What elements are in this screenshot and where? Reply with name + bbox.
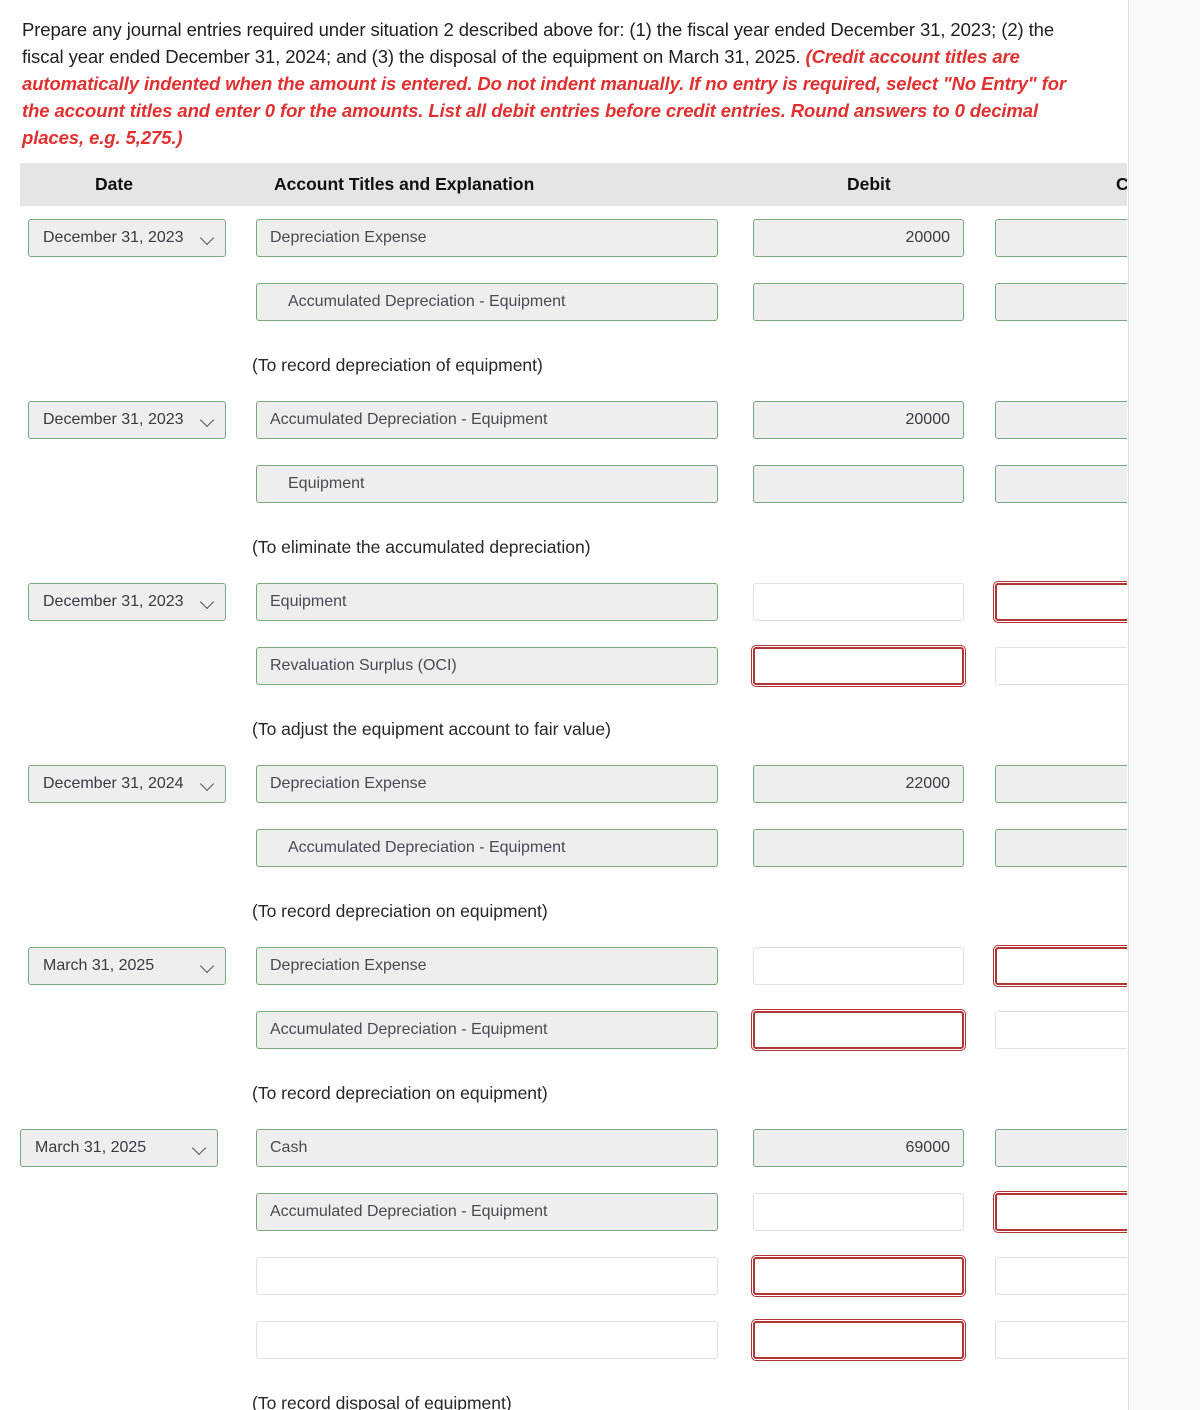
- debit-amount-input[interactable]: [753, 829, 964, 867]
- entry-memo-line: (To record depreciation on equipment): [252, 1083, 548, 1103]
- credit-amount-input[interactable]: [995, 829, 1127, 867]
- chevron-down-icon: [193, 1141, 207, 1155]
- account-title-input[interactable]: [256, 1257, 718, 1295]
- account-title-input[interactable]: Accumulated Depreciation - Equipment: [256, 829, 718, 867]
- date-select[interactable]: March 31, 2025: [28, 947, 226, 985]
- account-title-input[interactable]: Accumulated Depreciation - Equipment: [256, 1193, 718, 1231]
- credit-amount-input[interactable]: [993, 1191, 1127, 1233]
- page-root: Prepare any journal entries required und…: [0, 0, 1200, 1410]
- entry-memo-line: (To record disposal of equipment): [252, 1393, 512, 1410]
- date-select-value: March 31, 2025: [35, 1139, 147, 1156]
- debit-amount-input[interactable]: [751, 1009, 966, 1051]
- debit-amount-input[interactable]: [751, 645, 966, 687]
- journal-entry-row: December 31, 2023 Accumulated Depreciatio…: [0, 401, 1127, 447]
- account-title-input[interactable]: Equipment: [256, 465, 718, 503]
- journal-entry-row: December 31, 2023 Depreciation Expense 200…: [0, 219, 1127, 265]
- chevron-down-icon: [201, 413, 215, 427]
- account-title-input[interactable]: Accumulated Depreciation - Equipment: [256, 401, 718, 439]
- credit-amount-input[interactable]: [995, 401, 1127, 439]
- credit-amount-input[interactable]: [995, 1321, 1127, 1359]
- account-title-input[interactable]: [256, 1321, 718, 1359]
- entry-memo-line: (To record depreciation of equipment): [252, 355, 543, 375]
- account-title-input[interactable]: Depreciation Expense: [256, 219, 718, 257]
- date-select[interactable]: December 31, 2023: [28, 583, 226, 621]
- credit-amount-input[interactable]: [995, 647, 1127, 685]
- chevron-down-icon: [201, 231, 215, 245]
- debit-amount-input[interactable]: 69000: [753, 1129, 964, 1167]
- account-title-input[interactable]: Revaluation Surplus (OCI): [256, 647, 718, 685]
- column-header-date: Date: [95, 174, 133, 194]
- journal-entry-row: Accumulated Depreciation - Equipment: [0, 283, 1127, 329]
- debit-amount-input[interactable]: 22000: [753, 765, 964, 803]
- journal-table-header: Date Account Titles and Explanation Debi…: [20, 163, 1127, 206]
- journal-entry-row: Equipment: [0, 465, 1127, 511]
- date-select-value: December 31, 2024: [43, 775, 184, 792]
- date-select[interactable]: December 31, 2023: [28, 401, 226, 439]
- column-header-credit: Cr: [1116, 174, 1127, 194]
- debit-amount-input[interactable]: 20000: [753, 219, 964, 257]
- question-instructions: Prepare any journal entries required und…: [22, 16, 1087, 151]
- date-select[interactable]: December 31, 2023: [28, 219, 226, 257]
- chevron-down-icon: [201, 959, 215, 973]
- journal-entry-row: [0, 1319, 1127, 1367]
- debit-amount-input[interactable]: [753, 583, 964, 621]
- debit-amount-input[interactable]: [753, 1193, 964, 1231]
- journal-entry-row: December 31, 2024 Depreciation Expense 220…: [0, 765, 1127, 811]
- journal-entry-row: [0, 1255, 1127, 1303]
- account-title-input[interactable]: Accumulated Depreciation - Equipment: [256, 283, 718, 321]
- debit-amount-input[interactable]: [753, 283, 964, 321]
- debit-amount-input[interactable]: 20000: [753, 401, 964, 439]
- journal-entry-row: Accumulated Depreciation - Equipment: [0, 829, 1127, 875]
- account-title-input[interactable]: Depreciation Expense: [256, 947, 718, 985]
- date-select-value: December 31, 2023: [43, 229, 184, 246]
- credit-amount-input[interactable]: [995, 219, 1127, 257]
- date-select[interactable]: December 31, 2024: [28, 765, 226, 803]
- journal-entry-row: March 31, 2025 Depreciation Expense: [0, 945, 1127, 993]
- journal-entry-row: Accumulated Depreciation - Equipment: [0, 1009, 1127, 1057]
- credit-amount-input[interactable]: [995, 465, 1127, 503]
- credit-amount-input[interactable]: [993, 581, 1127, 623]
- date-select-value: December 31, 2023: [43, 593, 184, 610]
- column-header-account: Account Titles and Explanation: [274, 174, 535, 194]
- account-title-input[interactable]: Equipment: [256, 583, 718, 621]
- chevron-down-icon: [201, 777, 215, 791]
- journal-entry-row: Accumulated Depreciation - Equipment: [0, 1191, 1127, 1239]
- credit-amount-input[interactable]: [995, 283, 1127, 321]
- credit-amount-input[interactable]: [995, 1257, 1127, 1295]
- date-select[interactable]: March 31, 2025: [20, 1129, 218, 1167]
- credit-amount-input[interactable]: [995, 765, 1127, 803]
- account-title-input[interactable]: Depreciation Expense: [256, 765, 718, 803]
- date-select-value: March 31, 2025: [43, 957, 155, 974]
- column-header-debit: Debit: [847, 174, 891, 194]
- debit-amount-input[interactable]: [751, 1319, 966, 1361]
- entry-memo-line: (To eliminate the accumulated depreciati…: [252, 537, 591, 557]
- chevron-down-icon: [201, 595, 215, 609]
- debit-amount-input[interactable]: [753, 947, 964, 985]
- entry-memo-line: (To adjust the equipment account to fair…: [252, 719, 611, 739]
- journal-entry-row: December 31, 2023 Equipment: [0, 581, 1127, 629]
- journal-entry-row: Revaluation Surplus (OCI): [0, 645, 1127, 693]
- account-title-input[interactable]: Cash: [256, 1129, 718, 1167]
- debit-amount-input[interactable]: [753, 465, 964, 503]
- credit-amount-input[interactable]: [995, 1129, 1127, 1167]
- right-gutter-panel: [1128, 0, 1200, 1410]
- date-select-value: December 31, 2023: [43, 411, 184, 428]
- debit-amount-input[interactable]: [751, 1255, 966, 1297]
- journal-entry-row: March 31, 2025 Cash 69000: [0, 1129, 1127, 1175]
- entry-memo-line: (To record depreciation on equipment): [252, 901, 548, 921]
- credit-amount-input[interactable]: [993, 945, 1127, 987]
- account-title-input[interactable]: Accumulated Depreciation - Equipment: [256, 1011, 718, 1049]
- credit-amount-input[interactable]: [995, 1011, 1127, 1049]
- question-content-area: Prepare any journal entries required und…: [0, 0, 1127, 1410]
